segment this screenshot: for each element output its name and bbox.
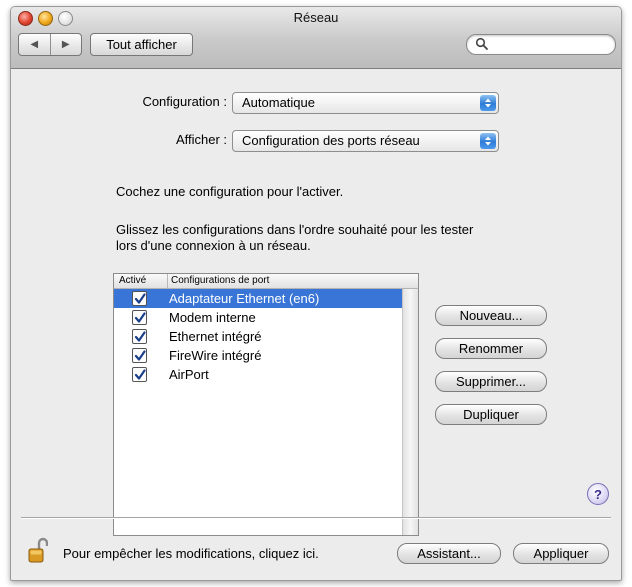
- enabled-checkbox[interactable]: [132, 310, 147, 325]
- configuration-value: Automatique: [242, 95, 315, 110]
- apply-button[interactable]: Appliquer: [513, 543, 609, 564]
- title-bar: Réseau ◀ ▶ Tout afficher: [11, 7, 621, 69]
- footer-separator: [21, 517, 611, 519]
- enabled-checkbox[interactable]: [132, 367, 147, 382]
- show-all-button[interactable]: Tout afficher: [90, 33, 193, 56]
- port-configuration-row[interactable]: FireWire intégré: [114, 346, 402, 365]
- configuration-popup[interactable]: Automatique: [232, 92, 499, 114]
- enabled-checkbox[interactable]: [132, 291, 147, 306]
- column-header-enabled[interactable]: Activé: [119, 274, 168, 288]
- port-configuration-name: AirPort: [169, 367, 209, 382]
- help-icon: ?: [594, 486, 602, 502]
- back-forward-control: ◀ ▶: [18, 33, 82, 56]
- assistant-button[interactable]: Assistant...: [397, 543, 501, 564]
- new-button[interactable]: Nouveau...: [435, 305, 547, 326]
- lock-message: Pour empêcher les modifications, cliquez…: [63, 546, 319, 561]
- forward-button[interactable]: ▶: [51, 34, 82, 55]
- checkmark-icon: [134, 349, 146, 361]
- help-button[interactable]: ?: [587, 483, 609, 505]
- enabled-checkbox[interactable]: [132, 329, 147, 344]
- column-header-port-configurations[interactable]: Configurations de port: [171, 274, 269, 288]
- port-configuration-row[interactable]: AirPort: [114, 365, 402, 384]
- port-configuration-name: FireWire intégré: [169, 348, 262, 363]
- configuration-label: Configuration :: [142, 94, 227, 109]
- list-scrollbar[interactable]: [402, 289, 418, 535]
- activate-instruction: Cochez une configuration pour l'activer.: [116, 184, 344, 199]
- duplicate-button[interactable]: Dupliquer: [435, 404, 547, 425]
- port-configurations-list[interactable]: Activé Configurations de port Adaptateur…: [113, 273, 419, 536]
- rename-button[interactable]: Renommer: [435, 338, 547, 359]
- port-configuration-name: Modem interne: [169, 310, 256, 325]
- forward-arrow-icon: ▶: [61, 39, 70, 50]
- show-value: Configuration des ports réseau: [242, 133, 420, 148]
- port-configuration-row[interactable]: Ethernet intégré: [114, 327, 402, 346]
- search-input[interactable]: [491, 36, 609, 52]
- network-preferences-window: Réseau ◀ ▶ Tout afficher Configuration :…: [10, 6, 622, 581]
- popup-arrows-icon: [480, 133, 496, 149]
- checkmark-icon: [134, 311, 146, 323]
- port-configuration-row[interactable]: Modem interne: [114, 308, 402, 327]
- search-icon: [475, 37, 488, 50]
- back-arrow-icon: ◀: [30, 39, 39, 50]
- delete-button[interactable]: Supprimer...: [435, 371, 547, 392]
- show-popup[interactable]: Configuration des ports réseau: [232, 130, 499, 152]
- order-instruction-line1: Glissez les configurations dans l'ordre …: [116, 222, 474, 237]
- lock-open-icon[interactable]: [28, 537, 48, 565]
- window-title: Réseau: [293, 10, 339, 25]
- port-configuration-name: Adaptateur Ethernet (en6): [169, 291, 320, 306]
- popup-arrows-icon: [480, 95, 496, 111]
- port-configuration-row[interactable]: Adaptateur Ethernet (en6): [114, 289, 402, 308]
- checkmark-icon: [134, 368, 146, 380]
- back-button[interactable]: ◀: [19, 34, 51, 55]
- checkmark-icon: [134, 330, 146, 342]
- checkmark-icon: [134, 292, 146, 304]
- order-instruction-line2: lors d'une connexion à un réseau.: [116, 238, 311, 253]
- show-label: Afficher :: [175, 132, 227, 147]
- search-field[interactable]: [466, 34, 616, 55]
- list-header: Activé Configurations de port: [114, 274, 418, 289]
- port-configuration-name: Ethernet intégré: [169, 329, 262, 344]
- enabled-checkbox[interactable]: [132, 348, 147, 363]
